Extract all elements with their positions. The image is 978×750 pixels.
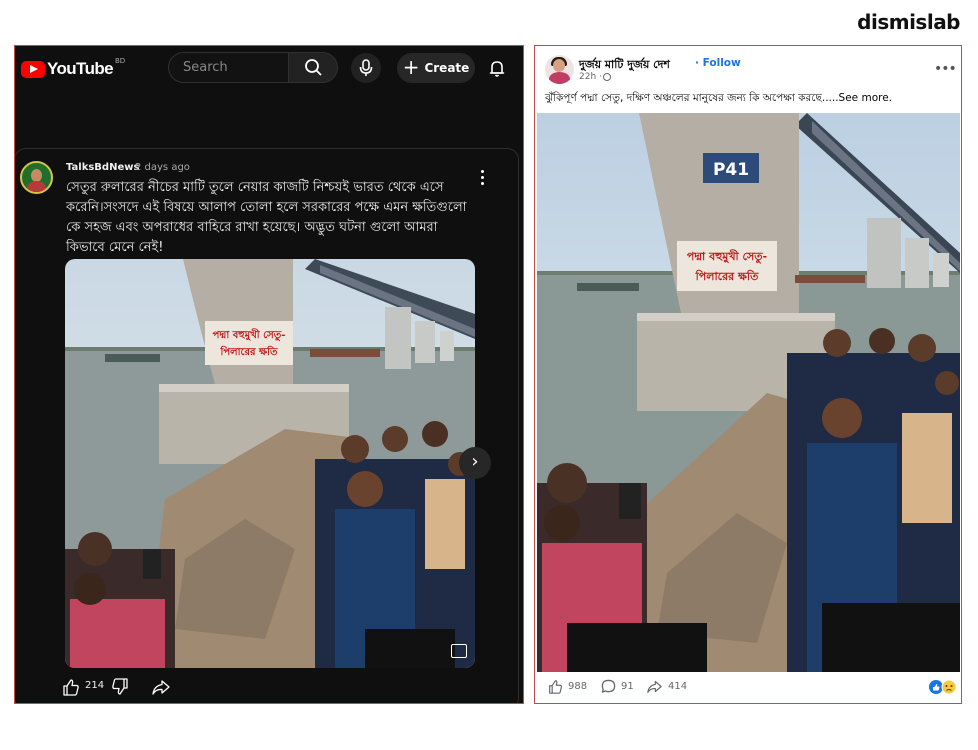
share-icon: [647, 680, 662, 693]
pillar-sign: [205, 321, 293, 365]
pillar-sign: [677, 241, 777, 291]
facebook-panel: দুর্জয় মাটি দুর্জয় দেশ · Follow 22h · …: [534, 45, 962, 704]
create-button[interactable]: + Create: [397, 53, 475, 83]
youtube-logo-text: YouTube: [47, 59, 114, 78]
youtube-panel: YouTube BD Search + Create TalksBdNews 2…: [14, 45, 524, 704]
follow-link[interactable]: · Follow: [695, 57, 741, 69]
svg-text:পিলারের ক্ষতি: পিলারের ক্ষতি: [220, 345, 278, 358]
globe-icon: [603, 73, 611, 81]
channel-avatar[interactable]: [20, 161, 53, 194]
post-image[interactable]: পদ্মা বহুমুখী সেতু- পিলারের ক্ষতি: [65, 259, 475, 668]
more-horizontal-icon[interactable]: •••: [934, 62, 957, 76]
mic-icon: [359, 59, 373, 76]
youtube-logo[interactable]: YouTube BD: [21, 57, 126, 79]
voice-search-button[interactable]: [351, 53, 381, 83]
plus-icon: +: [402, 55, 420, 79]
svg-text:পদ্মা বহুমুখী সেতু-: পদ্মা বহুমুখী সেতু-: [213, 327, 286, 342]
comment-button[interactable]: [601, 679, 616, 694]
page-avatar[interactable]: [545, 55, 574, 84]
search-icon: [305, 59, 322, 76]
more-vertical-icon[interactable]: [481, 170, 485, 188]
dislike-icon: [112, 678, 128, 695]
channel-name[interactable]: TalksBdNews: [66, 162, 139, 173]
like-icon: [549, 680, 563, 694]
search-button[interactable]: [288, 52, 338, 83]
pillar-number: P41: [713, 160, 749, 180]
like-count: 988: [568, 681, 588, 692]
like-button[interactable]: [548, 679, 563, 694]
notifications-button[interactable]: [485, 56, 509, 80]
post-caption: ঝুঁকিপূর্ণ পদ্মা সেতু, দক্ষিণ অঞ্চলের মা…: [545, 92, 893, 104]
chevron-right-icon: ›: [471, 451, 479, 472]
gallery-icon: [451, 644, 467, 658]
reaction-icons[interactable]: [928, 679, 958, 695]
share-count: 414: [668, 681, 688, 692]
bell-icon: [489, 61, 505, 77]
post-time: 22h ·: [579, 72, 602, 82]
youtube-logo-icon: [21, 60, 45, 78]
share-button[interactable]: [647, 679, 662, 694]
share-icon: [152, 680, 170, 695]
svg-text:পিলারের ক্ষতি: পিলারের ক্ষতি: [695, 269, 759, 283]
post-text: সেতুর রুলারের নীচের মাটি তুলে নেয়ার কাজ…: [66, 180, 467, 255]
dislike-button[interactable]: [112, 678, 128, 696]
next-image-button[interactable]: ›: [459, 447, 491, 479]
svg-text:পদ্মা বহুমুখী সেতু-: পদ্মা বহুমুখী সেতু-: [687, 249, 767, 264]
share-button[interactable]: [152, 678, 170, 696]
post-image[interactable]: P41 পদ্মা বহুমুখী সেতু- পিলারের ক্ষতি: [537, 113, 960, 672]
create-label: Create: [424, 61, 470, 75]
post-time: 2 days ago: [135, 162, 190, 173]
dismislab-logo: dismislab: [857, 10, 960, 34]
like-icon: [63, 679, 79, 696]
comment-icon: [601, 679, 616, 693]
like-button[interactable]: [63, 678, 79, 696]
comment-count: 91: [621, 681, 634, 692]
country-code: BD: [115, 57, 126, 65]
search-input[interactable]: Search: [168, 52, 288, 83]
like-count: 214: [85, 680, 105, 691]
